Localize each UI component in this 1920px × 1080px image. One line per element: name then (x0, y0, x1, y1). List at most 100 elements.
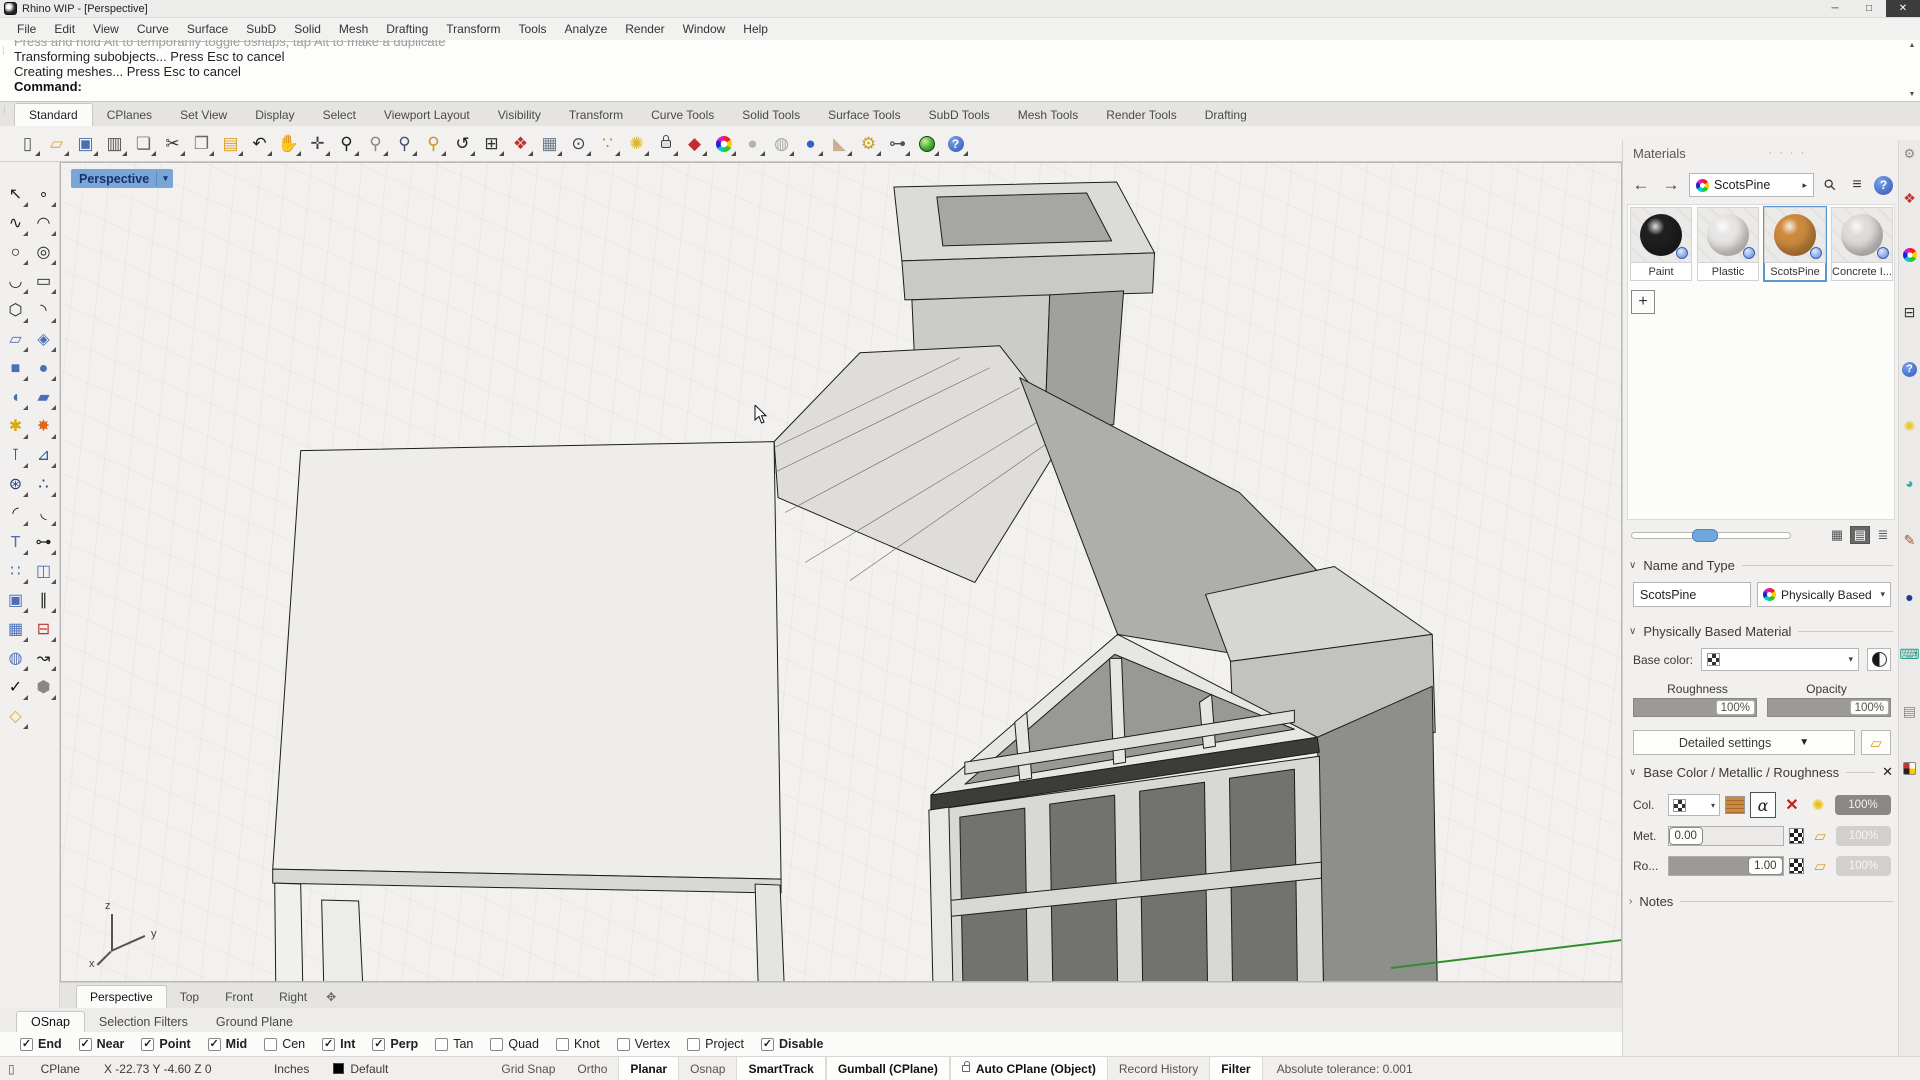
color-wheel-icon[interactable] (710, 130, 737, 157)
swatches-icon[interactable] (1900, 758, 1920, 778)
boolean-icon[interactable]: ⊛ (3, 472, 29, 498)
points-on-icon[interactable]: ∴ (31, 472, 57, 498)
menu-window[interactable]: Window (674, 20, 735, 38)
paste-icon[interactable]: ▤ (217, 130, 244, 157)
remove-texture-icon[interactable]: ✕ (1781, 795, 1803, 815)
duplicate-icon[interactable]: ❏ (130, 130, 157, 157)
texture-slot-icon[interactable] (1788, 828, 1805, 844)
checkbox[interactable] (264, 1037, 278, 1051)
freeform-curve-icon[interactable]: ◡ (3, 269, 29, 295)
checkbox[interactable] (78, 1037, 92, 1051)
tab-select[interactable]: Select (309, 104, 370, 126)
tab-solid-tools[interactable]: Solid Tools (728, 104, 814, 126)
zoom-back-icon[interactable]: ↺ (449, 130, 476, 157)
render-icon[interactable]: ◆ (681, 130, 708, 157)
panel-drag-dots[interactable]: · · · · (1768, 147, 1806, 159)
pen-icon[interactable]: ✎ (1900, 530, 1920, 550)
contrast-preview-button[interactable] (1867, 648, 1891, 671)
osnap-knot[interactable]: Knot (555, 1037, 600, 1051)
menu-edit[interactable]: Edit (45, 20, 84, 38)
cut-icon[interactable]: ✂ (159, 130, 186, 157)
help-icon[interactable]: ? (1874, 175, 1893, 195)
tab-selection-filters[interactable]: Selection Filters (85, 1012, 202, 1032)
earth-icon[interactable] (913, 130, 940, 157)
notes-list-icon[interactable]: ▤ (1900, 701, 1920, 721)
pan-hand-icon[interactable]: ✋ (275, 130, 302, 157)
chevron-open-icon[interactable]: ∨ (1629, 626, 1636, 637)
osnap-disable[interactable]: Disable (761, 1037, 823, 1051)
menu-render[interactable]: Render (616, 20, 673, 38)
detail-view-icon[interactable]: ≣ (1873, 526, 1893, 544)
control-point-curve-icon[interactable]: ∿ (3, 211, 29, 237)
mirror-icon[interactable]: ◫ (31, 559, 57, 585)
save-icon[interactable]: ▣ (72, 130, 99, 157)
roughness-value[interactable]: 100% (1715, 700, 1755, 715)
explode-icon[interactable]: ✸ (31, 414, 57, 440)
close-button[interactable]: ✕ (1886, 0, 1920, 17)
pane-osnap[interactable]: Osnap (679, 1057, 736, 1080)
zoom-selected-icon[interactable]: ⚲ (391, 130, 418, 157)
osnap-near[interactable]: Near (78, 1037, 124, 1051)
polygon-icon[interactable]: ⬡ (3, 298, 29, 324)
tab-mesh-tools[interactable]: Mesh Tools (1004, 104, 1092, 126)
section-notes[interactable]: › Notes (1629, 894, 1893, 909)
material-type-dropdown[interactable]: Physically Based ▾ (1757, 582, 1891, 607)
tab-surface-tools[interactable]: Surface Tools (814, 104, 915, 126)
chevron-open-icon[interactable]: ∨ (1629, 560, 1636, 571)
lock-icon[interactable] (652, 130, 679, 157)
unroll-icon[interactable]: ◇ (3, 704, 29, 730)
render-tools-icon[interactable]: ❖ (1900, 188, 1920, 208)
help-icon[interactable]: ? (942, 130, 969, 157)
pane-smarttrack[interactable]: SmartTrack (736, 1057, 826, 1080)
circle-icon[interactable]: ○ (3, 240, 29, 266)
trim-icon[interactable]: ⊺ (3, 443, 29, 469)
search-icon[interactable]: ⚲ (1817, 172, 1844, 199)
grid-view-icon[interactable]: ▦ (1827, 526, 1847, 544)
puzzle-icon[interactable]: ✱ (3, 414, 29, 440)
scroll-up-icon[interactable]: ▲ (1909, 42, 1916, 49)
tab-set-view[interactable]: Set View (166, 104, 241, 126)
sphere-icon[interactable]: ● (31, 356, 57, 382)
viewport-title-chip[interactable]: Perspective ▾ (71, 169, 173, 188)
viewport-tab-right[interactable]: Right (266, 986, 320, 1008)
roughness-strength-badge[interactable]: 100% (1835, 856, 1891, 876)
scroll-down-icon[interactable]: ▼ (1909, 91, 1916, 98)
pane-planar[interactable]: Planar (618, 1057, 680, 1080)
text-icon[interactable]: T (3, 530, 29, 556)
mesh-icon[interactable]: ⬢ (31, 675, 57, 701)
split-icon[interactable]: ⊿ (31, 443, 57, 469)
base-color-dropdown[interactable]: ▾ (1701, 648, 1859, 671)
chamfer-icon[interactable]: ◟ (31, 501, 57, 527)
tab-drafting[interactable]: Drafting (1191, 104, 1261, 126)
copy-icon[interactable]: ❐ (188, 130, 215, 157)
menu-mesh[interactable]: Mesh (330, 20, 377, 38)
osnap-project[interactable]: Project (687, 1037, 744, 1051)
menu-solid[interactable]: Solid (285, 20, 330, 38)
help-sphere-icon[interactable]: ? (1900, 359, 1920, 379)
checkbox[interactable] (141, 1037, 155, 1051)
osnap-cen[interactable]: Cen (264, 1037, 305, 1051)
opacity-value[interactable]: 100% (1849, 700, 1889, 715)
pane-record-history[interactable]: Record History (1108, 1057, 1209, 1080)
osnap-int[interactable]: Int (322, 1037, 355, 1051)
minimize-button[interactable]: ─ (1818, 0, 1852, 17)
viewport-tab-top[interactable]: Top (167, 986, 212, 1008)
history-icon[interactable]: ⊶ (884, 130, 911, 157)
checkbox[interactable] (322, 1037, 336, 1051)
wood-texture-swatch[interactable] (1725, 796, 1745, 814)
pane-grid-snap[interactable]: Grid Snap (490, 1057, 566, 1080)
status-layer[interactable]: Default (321, 1062, 400, 1076)
surface-icon[interactable]: ▱ (3, 327, 29, 353)
tab-viewport-layout[interactable]: Viewport Layout (370, 104, 484, 126)
lamp-icon[interactable]: ✺ (623, 130, 650, 157)
open-file-icon[interactable]: ▱ (43, 130, 70, 157)
rectangle-icon[interactable]: ▭ (31, 269, 57, 295)
menu-analyze[interactable]: Analyze (556, 20, 617, 38)
color-source-dropdown[interactable]: ▾ (1668, 794, 1720, 816)
tab-transform[interactable]: Transform (555, 104, 637, 126)
rendered-view-icon[interactable]: ● (797, 130, 824, 157)
texture-slot-icon[interactable] (1788, 858, 1805, 874)
perspective-viewport[interactable]: Perspective ▾ z y x (60, 162, 1622, 982)
osnap-quad[interactable]: Quad (490, 1037, 539, 1051)
cplane-icon[interactable]: ⊙ (565, 130, 592, 157)
